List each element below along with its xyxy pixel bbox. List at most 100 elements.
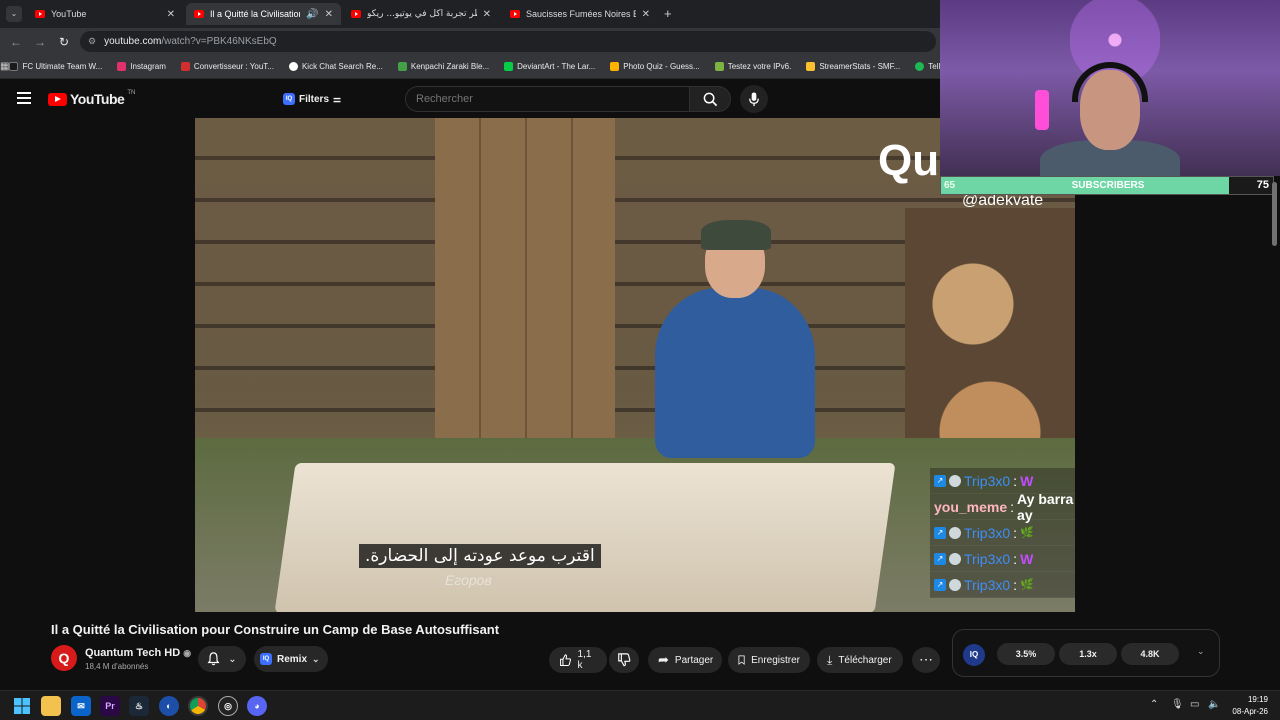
- tab-youtube[interactable]: YouTube ✕: [27, 3, 183, 25]
- verified-icon: ◉: [183, 648, 192, 658]
- bookmark-item[interactable]: DeviantArt - The Lar...: [504, 62, 595, 71]
- channel-name-text: Quantum Tech HD: [85, 647, 181, 659]
- iq-stats-panel: IQ 3.5% 1.3x 4.8K ⌄: [952, 629, 1220, 677]
- bookmark-label: Kenpachi Zaraki Ble...: [410, 62, 490, 71]
- like-count: 1,1 k: [577, 649, 592, 671]
- bar-chart-icon: [806, 62, 816, 71]
- tab-arabic-video[interactable]: أخطر تجربة أكل في يوتيو... ريكو... ✕: [343, 3, 499, 25]
- bookmark-favicon-icon: [288, 62, 298, 71]
- youtube-logo[interactable]: YouTube TN: [48, 90, 135, 107]
- system-clock[interactable]: 19:19 08-Apr-26: [1228, 694, 1268, 718]
- microphone: [1035, 90, 1049, 130]
- bookmark-label: Tell It: [928, 62, 940, 71]
- share-icon: ➦: [658, 652, 669, 667]
- bookmark-label: Instagram: [130, 62, 166, 71]
- volume-icon[interactable]: 🔈: [1208, 699, 1220, 710]
- bookmark-item[interactable]: Tell It: [915, 62, 940, 71]
- steam-icon[interactable]: ♨: [129, 696, 149, 716]
- subscriber-count-text: 18,4 M d'abonnés: [85, 662, 149, 671]
- new-tab-icon[interactable]: +: [664, 6, 672, 21]
- search-button[interactable]: [689, 86, 731, 112]
- bookmark-label: StreamerStats - SMF...: [819, 62, 901, 71]
- more-actions-icon[interactable]: ⋯: [912, 647, 940, 673]
- save-button[interactable]: Enregistrer: [728, 647, 810, 673]
- close-tab-icon[interactable]: ✕: [483, 9, 491, 20]
- chevron-up-icon[interactable]: ⌃: [1150, 699, 1158, 710]
- bookmark-item[interactable]: FC Ultimate Team W...: [9, 62, 102, 71]
- emote-icon: 🌿: [1020, 527, 1034, 539]
- bookmark-item[interactable]: Instagram: [117, 62, 166, 71]
- remix-button[interactable]: IQ Remix ⌄: [254, 646, 328, 672]
- share-button[interactable]: ➦ Partager: [648, 647, 722, 673]
- filters-button[interactable]: IQ Filters ⚌: [283, 88, 341, 110]
- channel-badge-icon: ↗: [934, 552, 946, 565]
- forward-icon[interactable]: →: [28, 35, 52, 49]
- menu-icon[interactable]: [17, 92, 31, 104]
- stat-ratio[interactable]: 1.3x: [1059, 643, 1117, 665]
- speaker-icon[interactable]: ▭: [1190, 699, 1199, 710]
- browser-tab-bar: ⌄ YouTube ✕ Il a Quitté la Civilisation …: [0, 0, 940, 28]
- streamlabs-icon[interactable]: ◐: [159, 696, 179, 716]
- channel-name[interactable]: Quantum Tech HD ◉: [85, 647, 191, 659]
- stat-engagement[interactable]: 3.5%: [997, 643, 1055, 665]
- page-scrollbar[interactable]: [1272, 182, 1277, 246]
- obs-icon[interactable]: ◎: [218, 696, 238, 716]
- video-signature: Егоров: [445, 572, 492, 588]
- emote-icon: W: [1020, 550, 1034, 567]
- bookmark-item[interactable]: Convertisseur : YouT...: [180, 62, 274, 71]
- bookmark-favicon-icon: [9, 62, 19, 71]
- back-icon[interactable]: ←: [4, 35, 28, 49]
- url-host: youtube.com: [104, 36, 162, 47]
- bookmark-label: Convertisseur : YouT...: [193, 62, 274, 71]
- speaker-icon[interactable]: 🔊: [306, 9, 318, 20]
- voice-search-button[interactable]: [740, 85, 768, 113]
- tab-saucisses[interactable]: Saucisses Fumées Noires Bushc... ✕: [502, 3, 658, 25]
- address-toolbar: ← → ↻ ⚙ youtube.com/watch?v=PBK46NKsEbQ: [0, 28, 940, 55]
- microphone-icon[interactable]: 🎙: [1171, 699, 1184, 710]
- like-button[interactable]: 1,1 k: [549, 647, 607, 673]
- premiere-pro-icon[interactable]: Pr: [100, 696, 120, 716]
- chrome-icon[interactable]: [188, 696, 208, 716]
- bookmarks-bar: ▦ FC Ultimate Team W... Instagram Conver…: [0, 55, 940, 79]
- download-button[interactable]: ⤓ Télécharger: [817, 647, 903, 673]
- bookmark-item[interactable]: StreamerStats - SMF...: [806, 62, 900, 71]
- windows-taskbar: ✉ Pr ♨ ◐ ◎ ◕ ⌃ 🎙 ▭ 🔈 19:19 08-Apr-26: [0, 690, 1280, 720]
- bookmark-label: FC Ultimate Team W...: [22, 62, 103, 71]
- bookmark-item[interactable]: Photo Quiz - Guess...: [610, 62, 700, 71]
- close-tab-icon[interactable]: ✕: [325, 9, 333, 20]
- tab-list-menu-button[interactable]: ⌄: [6, 6, 22, 22]
- deviantart-icon: [504, 62, 514, 71]
- notification-bell-button[interactable]: ⌄: [198, 646, 246, 672]
- stat-count[interactable]: 4.8K: [1121, 643, 1179, 665]
- file-explorer-icon[interactable]: [41, 696, 61, 716]
- youtube-wordmark: YouTube: [70, 91, 125, 107]
- apps-grid-icon[interactable]: ▦: [0, 61, 9, 72]
- cabin-door: [435, 118, 615, 488]
- site-info-icon[interactable]: ⚙: [88, 36, 96, 47]
- close-tab-icon[interactable]: ✕: [167, 9, 175, 20]
- outlook-icon[interactable]: ✉: [71, 696, 91, 716]
- iq-icon: IQ: [260, 653, 272, 665]
- chat-username: Trip3x0: [964, 550, 1011, 567]
- dislike-button[interactable]: [609, 647, 639, 673]
- bookmark-item[interactable]: Kick Chat Search Re...: [288, 62, 383, 71]
- address-field[interactable]: ⚙ youtube.com/watch?v=PBK46NKsEbQ: [80, 31, 936, 52]
- windows-start-icon[interactable]: [12, 696, 32, 716]
- instagram-icon: [117, 62, 127, 71]
- chevron-down-icon[interactable]: ⌄: [1197, 646, 1205, 657]
- user-avatar-icon: [949, 552, 961, 565]
- reload-icon[interactable]: ↻: [52, 35, 76, 49]
- download-icon: ⤓: [827, 652, 833, 667]
- bookmark-item[interactable]: Testez votre IPv6.: [714, 62, 791, 71]
- tab-current-video[interactable]: Il a Quitté la Civilisation pour Constru…: [186, 3, 341, 25]
- channel-avatar[interactable]: Q: [51, 645, 77, 671]
- chat-text: Ay barra ay: [1017, 490, 1074, 523]
- clock-date: 08-Apr-26: [1232, 707, 1268, 716]
- discord-icon[interactable]: ◕: [247, 696, 267, 716]
- thumbs-down-icon: [618, 653, 631, 667]
- download-label: Télécharger: [838, 654, 892, 666]
- close-tab-icon[interactable]: ✕: [642, 9, 650, 20]
- wooden-table: [274, 463, 896, 612]
- search-input[interactable]: [405, 86, 689, 112]
- bookmark-item[interactable]: Kenpachi Zaraki Ble...: [397, 62, 490, 71]
